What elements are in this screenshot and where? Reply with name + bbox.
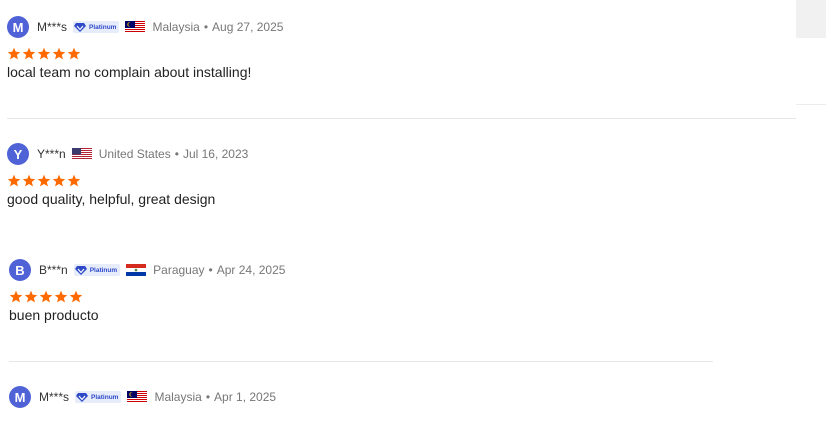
badge-label: Platinum: [89, 23, 117, 31]
avatar: M: [7, 16, 29, 38]
review-header: Y Y***n United States • Jul 16, 2023: [7, 143, 248, 165]
avatar: Y: [7, 143, 29, 165]
username: Y***n: [37, 147, 66, 161]
review-date: Jul 16, 2023: [182, 147, 249, 161]
star-icon: [7, 174, 21, 187]
avatar: B: [9, 259, 31, 281]
star-icon: [24, 290, 38, 303]
star-rating: [9, 290, 285, 303]
malaysia-flag-icon: [125, 21, 146, 33]
review-header: M M***s Platinum Malaysia • Aug 27, 2025: [7, 16, 283, 38]
review-item: Y Y***n United States • Jul 16, 2023 goo…: [7, 143, 248, 207]
star-icon: [7, 47, 21, 60]
platinum-badge: Platinum: [73, 21, 120, 33]
diamond-icon: [74, 23, 87, 32]
paraguay-flag-icon: [126, 264, 147, 276]
separator: •: [205, 390, 211, 404]
diamond-icon: [74, 266, 87, 275]
separator: •: [203, 20, 209, 34]
diamond-icon: [76, 393, 89, 402]
badge-label: Platinum: [91, 393, 119, 401]
username: B***n: [39, 263, 68, 277]
review-text: local team no complain about installing!: [7, 64, 252, 80]
star-icon: [52, 47, 66, 60]
separator: •: [174, 147, 179, 161]
username: M***s: [39, 390, 70, 404]
review-item: B B***n Platinum Paraguay • Apr 24, 2025…: [9, 259, 285, 323]
star-icon: [37, 174, 51, 187]
review-header: B B***n Platinum Paraguay • Apr 24, 2025: [9, 259, 285, 281]
review-date: Apr 24, 2025: [216, 263, 286, 277]
divider: [796, 104, 826, 105]
review-item: M M***s Platinum Malaysia • Aug 27, 2025…: [7, 16, 283, 80]
country: United States: [98, 147, 171, 161]
star-rating: [7, 47, 283, 60]
star-icon: [37, 47, 51, 60]
review-date: Apr 1, 2025: [214, 390, 277, 404]
star-icon: [67, 47, 81, 60]
review-text: buen producto: [9, 307, 99, 323]
country: Malaysia: [152, 20, 200, 34]
platinum-badge: Platinum: [73, 264, 121, 276]
badge-label: Platinum: [89, 266, 118, 274]
country: Paraguay: [153, 263, 205, 277]
review-item: M M***s Platinum Malaysia • Apr 1, 2025: [9, 386, 276, 408]
divider: [9, 361, 713, 362]
star-icon: [52, 174, 66, 187]
separator: •: [208, 263, 213, 277]
review-text: good quality, helpful, great design: [7, 191, 216, 207]
avatar: M: [9, 386, 31, 408]
divider: [7, 118, 796, 119]
scrollbar-thumb[interactable]: [796, 0, 826, 38]
star-icon: [39, 290, 53, 303]
united-states-flag-icon: [71, 148, 92, 160]
country: Malaysia: [154, 390, 202, 404]
star-icon: [54, 290, 68, 303]
review-date: Aug 27, 2025: [212, 20, 284, 34]
star-rating: [7, 174, 248, 187]
star-icon: [22, 47, 36, 60]
star-icon: [22, 174, 36, 187]
username: M***s: [37, 20, 68, 34]
star-icon: [67, 174, 81, 187]
star-icon: [9, 290, 23, 303]
malaysia-flag-icon: [127, 391, 148, 403]
review-header: M M***s Platinum Malaysia • Apr 1, 2025: [9, 386, 276, 408]
star-icon: [69, 290, 83, 303]
platinum-badge: Platinum: [75, 391, 122, 403]
